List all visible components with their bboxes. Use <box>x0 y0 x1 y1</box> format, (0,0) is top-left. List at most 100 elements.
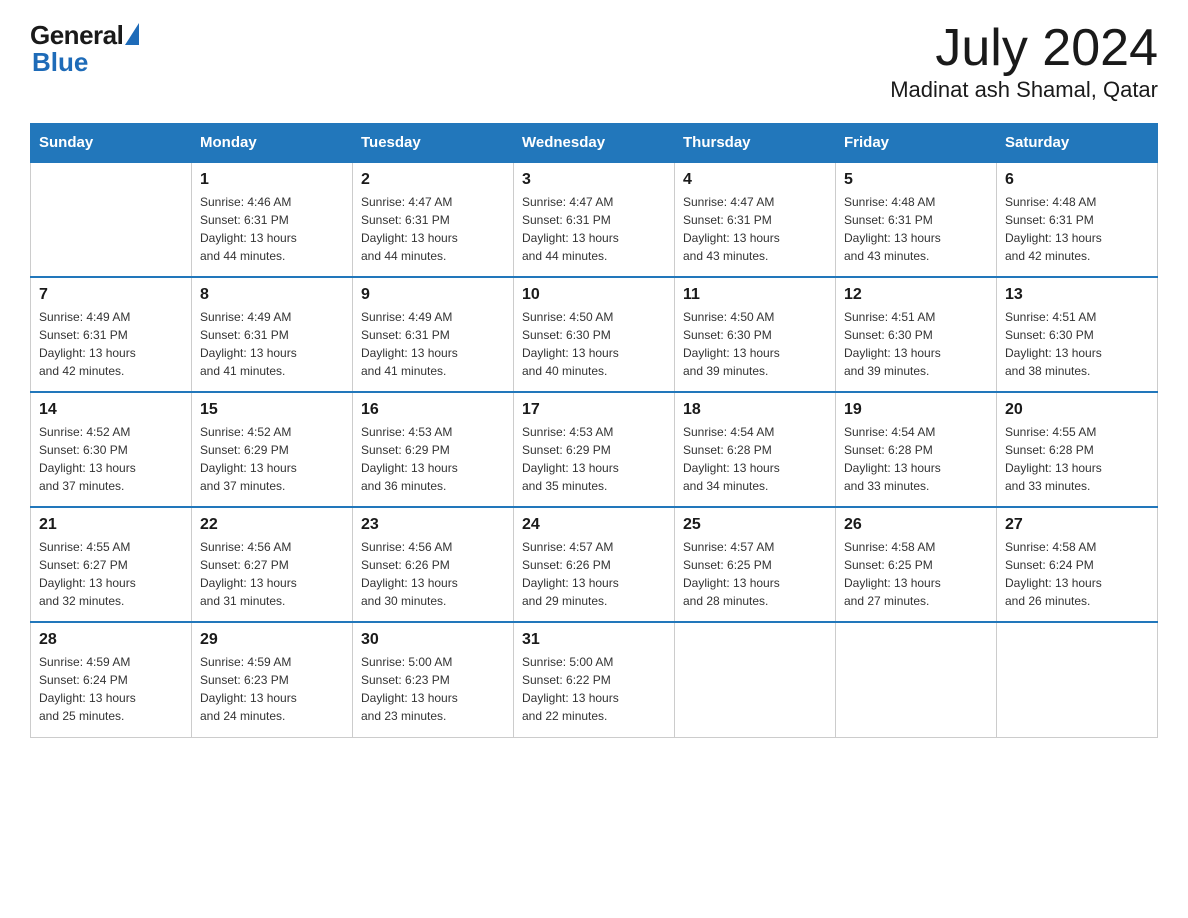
day-of-week-header: Sunday <box>31 124 192 163</box>
day-info: Sunrise: 4:59 AM Sunset: 6:24 PM Dayligh… <box>39 653 183 725</box>
logo-blue-text: Blue <box>30 47 88 78</box>
day-number: 1 <box>200 171 344 189</box>
day-info: Sunrise: 4:49 AM Sunset: 6:31 PM Dayligh… <box>200 308 344 380</box>
calendar-cell: 3Sunrise: 4:47 AM Sunset: 6:31 PM Daylig… <box>514 162 675 277</box>
calendar-cell: 20Sunrise: 4:55 AM Sunset: 6:28 PM Dayli… <box>997 392 1158 507</box>
calendar-cell: 27 Sunrise: 4:58 AM Sunset: 6:24 PM Dayli… <box>997 507 1158 622</box>
calendar-cell: 22Sunrise: 4:56 AM Sunset: 6:27 PM Dayli… <box>192 507 353 622</box>
calendar-cell: 10 Sunrise: 4:50 AM Sunset: 6:30 PM Dayli… <box>514 277 675 392</box>
day-number: 21 <box>39 516 183 534</box>
calendar-cell: 8Sunrise: 4:49 AM Sunset: 6:31 PM Daylig… <box>192 277 353 392</box>
day-info: Sunrise: 4:49 AM Sunset: 6:31 PM Dayligh… <box>39 308 183 380</box>
calendar-cell: 26 Sunrise: 4:58 AM Sunset: 6:25 PM Dayli… <box>836 507 997 622</box>
calendar-cell: 25 Sunrise: 4:57 AM Sunset: 6:25 PM Dayli… <box>675 507 836 622</box>
day-number: 18 <box>683 401 827 419</box>
day-number: 13 <box>1005 286 1149 304</box>
day-number: 30 <box>361 631 505 649</box>
day-info: Sunrise: 4:57 AM Sunset: 6:26 PM Dayligh… <box>522 538 666 610</box>
calendar-cell: 6 Sunrise: 4:48 AM Sunset: 6:31 PM Daylig… <box>997 162 1158 277</box>
day-info: Sunrise: 4:50 AM Sunset: 6:30 PM Dayligh… <box>522 308 666 380</box>
location-subtitle: Madinat ash Shamal, Qatar <box>890 77 1158 103</box>
logo: General Blue <box>30 20 139 78</box>
calendar-cell: 5 Sunrise: 4:48 AM Sunset: 6:31 PM Daylig… <box>836 162 997 277</box>
calendar-cell: 18Sunrise: 4:54 AM Sunset: 6:28 PM Dayli… <box>675 392 836 507</box>
day-number: 25 <box>683 516 827 534</box>
day-number: 17 <box>522 401 666 419</box>
day-info: Sunrise: 4:48 AM Sunset: 6:31 PM Dayligh… <box>844 193 988 265</box>
month-year-title: July 2024 <box>890 20 1158 77</box>
day-info: Sunrise: 4:49 AM Sunset: 6:31 PM Dayligh… <box>361 308 505 380</box>
day-info: Sunrise: 4:48 AM Sunset: 6:31 PM Dayligh… <box>1005 193 1149 265</box>
day-number: 23 <box>361 516 505 534</box>
calendar-cell: 15 Sunrise: 4:52 AM Sunset: 6:29 PM Dayli… <box>192 392 353 507</box>
day-info: Sunrise: 4:58 AM Sunset: 6:24 PM Dayligh… <box>1005 538 1149 610</box>
day-info: Sunrise: 4:57 AM Sunset: 6:25 PM Dayligh… <box>683 538 827 610</box>
calendar-body: 1Sunrise: 4:46 AM Sunset: 6:31 PM Daylig… <box>31 162 1158 737</box>
day-info: Sunrise: 4:55 AM Sunset: 6:27 PM Dayligh… <box>39 538 183 610</box>
day-info: Sunrise: 4:52 AM Sunset: 6:29 PM Dayligh… <box>200 423 344 495</box>
day-info: Sunrise: 4:56 AM Sunset: 6:26 PM Dayligh… <box>361 538 505 610</box>
calendar-week-row: 21 Sunrise: 4:55 AM Sunset: 6:27 PM Dayli… <box>31 507 1158 622</box>
day-number: 20 <box>1005 401 1149 419</box>
day-info: Sunrise: 4:52 AM Sunset: 6:30 PM Dayligh… <box>39 423 183 495</box>
day-info: Sunrise: 4:53 AM Sunset: 6:29 PM Dayligh… <box>361 423 505 495</box>
day-number: 12 <box>844 286 988 304</box>
calendar-week-row: 7 Sunrise: 4:49 AM Sunset: 6:31 PM Daylig… <box>31 277 1158 392</box>
day-number: 14 <box>39 401 183 419</box>
calendar-cell: 23 Sunrise: 4:56 AM Sunset: 6:26 PM Dayli… <box>353 507 514 622</box>
calendar-cell <box>675 622 836 737</box>
day-number: 24 <box>522 516 666 534</box>
calendar-cell <box>836 622 997 737</box>
calendar-cell: 11Sunrise: 4:50 AM Sunset: 6:30 PM Dayli… <box>675 277 836 392</box>
calendar-cell: 1Sunrise: 4:46 AM Sunset: 6:31 PM Daylig… <box>192 162 353 277</box>
day-number: 5 <box>844 171 988 189</box>
calendar-cell: 14 Sunrise: 4:52 AM Sunset: 6:30 PM Dayli… <box>31 392 192 507</box>
day-info: Sunrise: 4:58 AM Sunset: 6:25 PM Dayligh… <box>844 538 988 610</box>
day-of-week-header: Monday <box>192 124 353 163</box>
day-number: 9 <box>361 286 505 304</box>
day-of-week-header: Wednesday <box>514 124 675 163</box>
title-area: July 2024 Madinat ash Shamal, Qatar <box>890 20 1158 103</box>
page-header: General Blue July 2024 Madinat ash Shama… <box>30 20 1158 103</box>
calendar-cell: 16 Sunrise: 4:53 AM Sunset: 6:29 PM Dayli… <box>353 392 514 507</box>
calendar-cell: 17 Sunrise: 4:53 AM Sunset: 6:29 PM Dayli… <box>514 392 675 507</box>
calendar-cell <box>31 162 192 277</box>
day-of-week-header: Thursday <box>675 124 836 163</box>
day-number: 26 <box>844 516 988 534</box>
day-of-week-header: Tuesday <box>353 124 514 163</box>
day-info: Sunrise: 4:47 AM Sunset: 6:31 PM Dayligh… <box>522 193 666 265</box>
calendar-cell: 29Sunrise: 4:59 AM Sunset: 6:23 PM Dayli… <box>192 622 353 737</box>
day-number: 27 <box>1005 516 1149 534</box>
day-number: 6 <box>1005 171 1149 189</box>
day-number: 31 <box>522 631 666 649</box>
day-number: 10 <box>522 286 666 304</box>
day-number: 28 <box>39 631 183 649</box>
calendar-table: SundayMondayTuesdayWednesdayThursdayFrid… <box>30 123 1158 738</box>
day-info: Sunrise: 5:00 AM Sunset: 6:22 PM Dayligh… <box>522 653 666 725</box>
day-number: 15 <box>200 401 344 419</box>
day-info: Sunrise: 4:54 AM Sunset: 6:28 PM Dayligh… <box>844 423 988 495</box>
calendar-cell: 9 Sunrise: 4:49 AM Sunset: 6:31 PM Daylig… <box>353 277 514 392</box>
day-number: 7 <box>39 286 183 304</box>
calendar-week-row: 14 Sunrise: 4:52 AM Sunset: 6:30 PM Dayli… <box>31 392 1158 507</box>
calendar-cell: 19 Sunrise: 4:54 AM Sunset: 6:28 PM Dayli… <box>836 392 997 507</box>
day-info: Sunrise: 4:56 AM Sunset: 6:27 PM Dayligh… <box>200 538 344 610</box>
days-of-week-row: SundayMondayTuesdayWednesdayThursdayFrid… <box>31 124 1158 163</box>
calendar-cell: 31 Sunrise: 5:00 AM Sunset: 6:22 PM Dayli… <box>514 622 675 737</box>
calendar-cell: 7 Sunrise: 4:49 AM Sunset: 6:31 PM Daylig… <box>31 277 192 392</box>
day-number: 4 <box>683 171 827 189</box>
day-info: Sunrise: 4:51 AM Sunset: 6:30 PM Dayligh… <box>1005 308 1149 380</box>
day-info: Sunrise: 4:59 AM Sunset: 6:23 PM Dayligh… <box>200 653 344 725</box>
calendar-week-row: 28 Sunrise: 4:59 AM Sunset: 6:24 PM Dayli… <box>31 622 1158 737</box>
day-info: Sunrise: 4:51 AM Sunset: 6:30 PM Dayligh… <box>844 308 988 380</box>
calendar-cell: 30Sunrise: 5:00 AM Sunset: 6:23 PM Dayli… <box>353 622 514 737</box>
day-number: 16 <box>361 401 505 419</box>
day-info: Sunrise: 4:50 AM Sunset: 6:30 PM Dayligh… <box>683 308 827 380</box>
logo-triangle-icon <box>125 23 139 45</box>
calendar-cell: 13 Sunrise: 4:51 AM Sunset: 6:30 PM Dayli… <box>997 277 1158 392</box>
day-info: Sunrise: 4:53 AM Sunset: 6:29 PM Dayligh… <box>522 423 666 495</box>
calendar-cell: 21 Sunrise: 4:55 AM Sunset: 6:27 PM Dayli… <box>31 507 192 622</box>
calendar-cell: 28 Sunrise: 4:59 AM Sunset: 6:24 PM Dayli… <box>31 622 192 737</box>
day-of-week-header: Saturday <box>997 124 1158 163</box>
day-number: 19 <box>844 401 988 419</box>
